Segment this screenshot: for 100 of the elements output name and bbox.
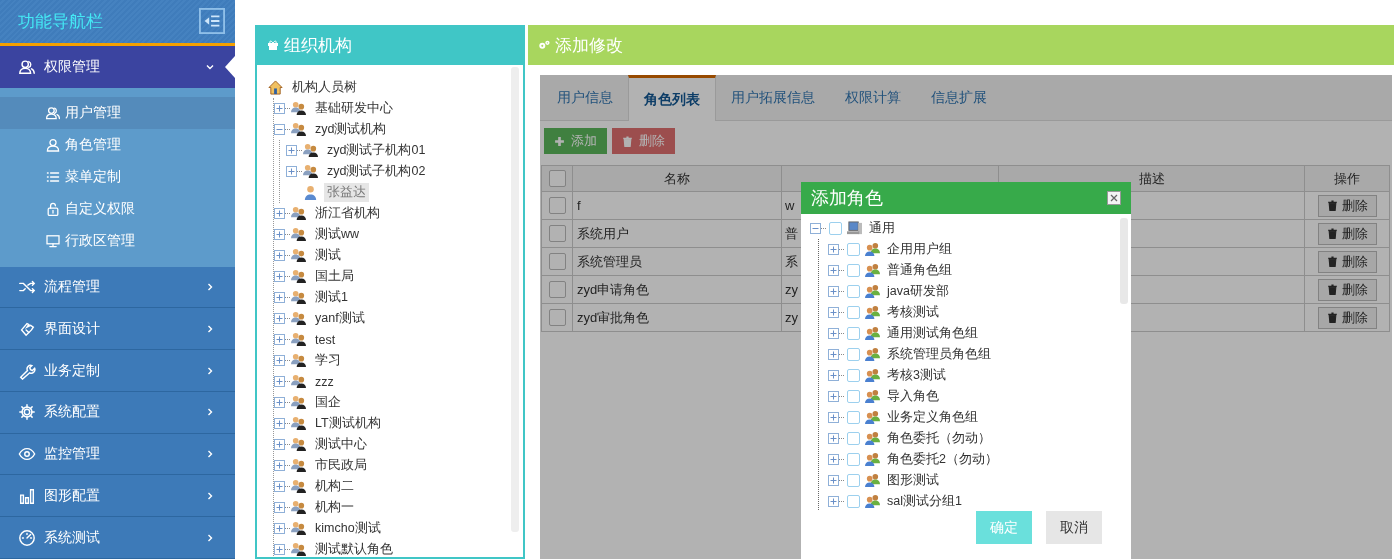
tree-item[interactable]: 测试1 — [312, 288, 351, 307]
menu-item[interactable]: 权限管理 — [0, 45, 235, 88]
menu-item[interactable]: 流程管理 — [0, 266, 235, 309]
expand-toggle[interactable] — [274, 523, 285, 534]
tree-item[interactable]: 通用 — [869, 220, 895, 237]
expand-toggle[interactable] — [828, 412, 839, 423]
checkbox[interactable] — [548, 170, 566, 188]
tab[interactable]: 角色列表 — [628, 75, 716, 121]
tree-item[interactable]: zyd测试子机构01 — [324, 141, 429, 160]
expand-toggle[interactable] — [274, 334, 285, 345]
tree-item[interactable]: 张益达 — [324, 183, 369, 202]
tree-item[interactable]: 业务定义角色组 — [887, 409, 978, 426]
expand-toggle[interactable] — [274, 502, 285, 513]
tree-item[interactable]: 学习 — [312, 351, 344, 370]
checkbox[interactable] — [548, 309, 566, 327]
tree-item[interactable]: 测试 — [312, 246, 344, 265]
menu-item[interactable]: 系统配置 — [0, 391, 235, 434]
checkbox[interactable] — [847, 474, 860, 487]
menu-item[interactable]: 监控管理 — [0, 433, 235, 476]
tree-item[interactable]: 机构二 — [312, 477, 357, 496]
checkbox[interactable] — [548, 253, 566, 271]
menu-item[interactable]: 系统测试 — [0, 517, 235, 559]
expand-toggle[interactable] — [286, 145, 297, 156]
checkbox[interactable] — [548, 225, 566, 243]
cancel-button[interactable]: 取消 — [1046, 511, 1102, 544]
expand-toggle[interactable] — [274, 355, 285, 366]
expand-toggle[interactable] — [828, 454, 839, 465]
expand-toggle[interactable] — [828, 475, 839, 486]
tree-item[interactable]: 国企 — [312, 393, 344, 412]
tree-item[interactable]: 测试中心 — [312, 435, 370, 454]
checkbox[interactable] — [847, 243, 860, 256]
collapse-toggle[interactable] — [810, 223, 821, 234]
tree-item[interactable]: 浙江省机构 — [312, 204, 383, 223]
tree-item[interactable]: 考核测试 — [887, 304, 939, 321]
checkbox[interactable] — [847, 411, 860, 424]
tree-item[interactable]: 基础研发中心 — [312, 99, 396, 118]
checkbox[interactable] — [829, 222, 842, 235]
tab[interactable]: 用户拓展信息 — [716, 75, 830, 120]
expand-toggle[interactable] — [828, 286, 839, 297]
tree-item[interactable]: 导入角色 — [887, 388, 939, 405]
tree-item[interactable]: zyd测试子机构02 — [324, 162, 429, 181]
collapse-toggle[interactable] — [274, 124, 285, 135]
expand-toggle[interactable] — [828, 307, 839, 318]
checkbox[interactable] — [847, 306, 860, 319]
menu-item[interactable]: 业务定制 — [0, 350, 235, 392]
tree-item[interactable]: 国土局 — [312, 267, 357, 286]
tree-item[interactable]: 测试ww — [312, 225, 363, 244]
delete-button[interactable]: 删除 — [1317, 222, 1377, 245]
tab[interactable]: 信息扩展 — [916, 75, 1002, 120]
tree-item[interactable]: test — [312, 331, 339, 348]
tree-item[interactable]: kimcho测试 — [312, 519, 384, 538]
tree-item[interactable]: sal测试分组1 — [887, 493, 962, 510]
tree-item[interactable]: 系统管理员角色组 — [887, 346, 991, 363]
expand-toggle[interactable] — [828, 265, 839, 276]
expand-toggle[interactable] — [828, 433, 839, 444]
expand-toggle[interactable] — [828, 244, 839, 255]
expand-toggle[interactable] — [274, 313, 285, 324]
checkbox[interactable] — [847, 285, 860, 298]
tree-item[interactable]: LT测试机构 — [312, 414, 384, 433]
expand-toggle[interactable] — [274, 481, 285, 492]
tree-item[interactable]: zzz — [312, 373, 337, 390]
checkbox[interactable] — [548, 281, 566, 299]
delete-button[interactable]: 删除 — [1317, 306, 1377, 329]
expand-toggle[interactable] — [274, 103, 285, 114]
tree-item[interactable]: 角色委托2（勿动） — [887, 451, 998, 468]
expand-toggle[interactable] — [274, 439, 285, 450]
checkbox[interactable] — [847, 432, 860, 445]
delete-button[interactable]: 删除 — [1317, 194, 1377, 217]
checkbox[interactable] — [847, 453, 860, 466]
expand-toggle[interactable] — [828, 370, 839, 381]
delete-button[interactable]: 删除 — [1317, 278, 1377, 301]
expand-toggle[interactable] — [274, 376, 285, 387]
checkbox[interactable] — [847, 327, 860, 340]
menu-item[interactable]: 图形配置 — [0, 475, 235, 518]
expand-toggle[interactable] — [828, 496, 839, 507]
expand-toggle[interactable] — [828, 328, 839, 339]
menu-item[interactable]: 界面设计 — [0, 308, 235, 351]
delete-button[interactable]: 删除 — [1317, 250, 1377, 273]
expand-toggle[interactable] — [274, 460, 285, 471]
checkbox[interactable] — [548, 197, 566, 215]
tree-item[interactable]: yanf测试 — [312, 309, 368, 328]
expand-toggle[interactable] — [828, 391, 839, 402]
tree-item[interactable]: 图形测试 — [887, 472, 939, 489]
tree-root[interactable]: 机构人员树 — [289, 78, 360, 97]
checkbox[interactable] — [847, 390, 860, 403]
expand-toggle[interactable] — [274, 271, 285, 282]
collapse-sidebar-icon[interactable] — [199, 8, 225, 35]
expand-toggle[interactable] — [274, 292, 285, 303]
tree-item[interactable]: 角色委托（勿动） — [887, 430, 991, 447]
tab[interactable]: 权限计算 — [830, 75, 916, 120]
expand-toggle[interactable] — [274, 418, 285, 429]
expand-toggle[interactable] — [274, 208, 285, 219]
tree-item[interactable]: 考核3测试 — [887, 367, 946, 384]
expand-toggle[interactable] — [274, 397, 285, 408]
checkbox[interactable] — [847, 264, 860, 277]
tree-item[interactable]: 机构一 — [312, 498, 357, 517]
expand-toggle[interactable] — [274, 250, 285, 261]
tree-item[interactable]: 市民政局 — [312, 456, 370, 475]
close-icon[interactable] — [1107, 191, 1121, 205]
tab[interactable]: 用户信息 — [542, 75, 628, 120]
